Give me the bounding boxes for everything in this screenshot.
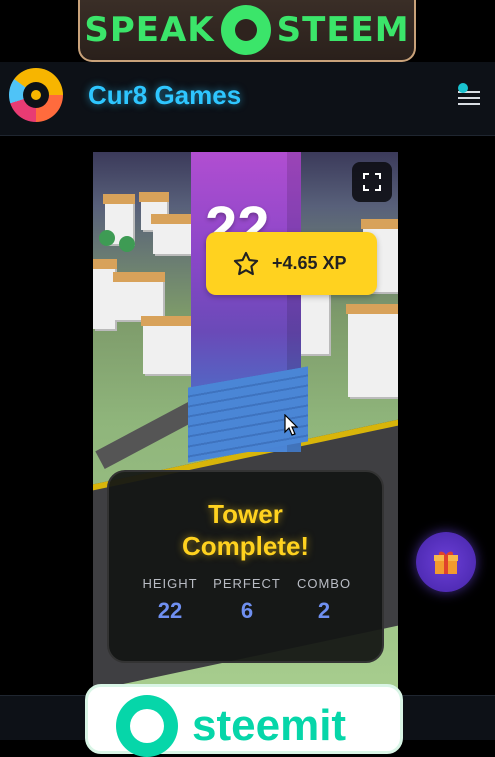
cur8-logo-icon[interactable]: [9, 68, 63, 122]
menu-button[interactable]: [458, 83, 484, 107]
banner-left-text: SPEAK: [84, 10, 215, 50]
steemit-banner-text: steemit: [192, 701, 347, 750]
building: [113, 272, 165, 320]
steem-logo-icon: [220, 5, 271, 55]
mouse-cursor-icon: [284, 414, 298, 436]
steemit-logo-icon: [116, 695, 178, 757]
banner-right-text: STEEM: [276, 10, 410, 50]
building: [141, 316, 197, 374]
star-icon: [233, 251, 259, 275]
xp-reward-badge: +4.65 XP: [206, 232, 377, 295]
header: Cur8 Games: [0, 62, 495, 136]
stat-label: COMBO: [296, 576, 352, 591]
gift-button[interactable]: [416, 532, 476, 592]
xp-text: +4.65 XP: [272, 253, 347, 273]
stat-combo: COMBO 2: [279, 576, 369, 624]
stat-value: 2: [317, 598, 331, 623]
tree: [99, 230, 115, 246]
tower-complete-panel: Tower Complete! HEIGHT 22 PERFECT 6 COMBO…: [107, 470, 384, 663]
fullscreen-button[interactable]: [352, 162, 392, 202]
building: [346, 304, 398, 397]
notification-dot: [458, 83, 468, 93]
fullscreen-icon: [363, 173, 381, 191]
app-title[interactable]: Cur8 Games: [88, 80, 241, 111]
tree: [119, 236, 135, 252]
gift-icon: [434, 551, 458, 574]
building: [93, 259, 117, 329]
speak-steem-banner[interactable]: SPEAK STEEM: [78, 0, 416, 62]
steemit-banner[interactable]: steemit: [85, 684, 403, 757]
result-title: Tower Complete!: [181, 499, 310, 561]
building: [151, 214, 193, 254]
